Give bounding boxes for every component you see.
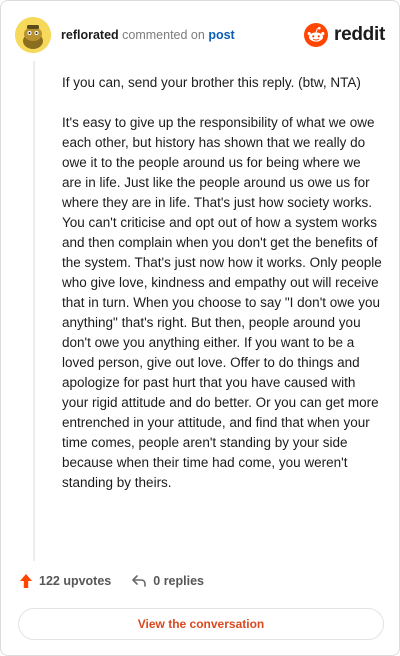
replies-button[interactable]: 0 replies: [131, 574, 204, 588]
upvote-button[interactable]: 122 upvotes: [19, 573, 111, 589]
snoo-avatar-icon[interactable]: [15, 17, 51, 53]
reddit-brand[interactable]: reddit: [304, 23, 385, 47]
comment-paragraph: It's easy to give up the responsibility …: [62, 115, 382, 490]
reddit-wordmark: reddit: [334, 24, 385, 45]
reply-arrow-icon: [132, 575, 147, 587]
post-link[interactable]: post: [208, 28, 234, 42]
thread-line: [33, 61, 35, 561]
upvote-arrow-icon: [20, 574, 32, 588]
username-link[interactable]: reflorated: [61, 28, 119, 42]
comment-meta: reflorated commented on post: [61, 27, 235, 43]
upvote-count: 122 upvotes: [39, 574, 112, 588]
comment-body: If you can, send your brother this reply…: [62, 73, 382, 513]
comment-card: reflorated commented on post reddit If y…: [0, 0, 400, 656]
view-conversation-button[interactable]: View the conversation: [18, 608, 384, 640]
reddit-logo-icon: [304, 23, 329, 47]
action-text: commented on: [122, 28, 205, 42]
comment-header: reflorated commented on post reddit: [15, 15, 385, 55]
comment-paragraph: If you can, send your brother this reply…: [62, 75, 361, 90]
comment-actions: 122 upvotes 0 replies: [19, 573, 204, 589]
reply-count: 0 replies: [153, 574, 204, 588]
